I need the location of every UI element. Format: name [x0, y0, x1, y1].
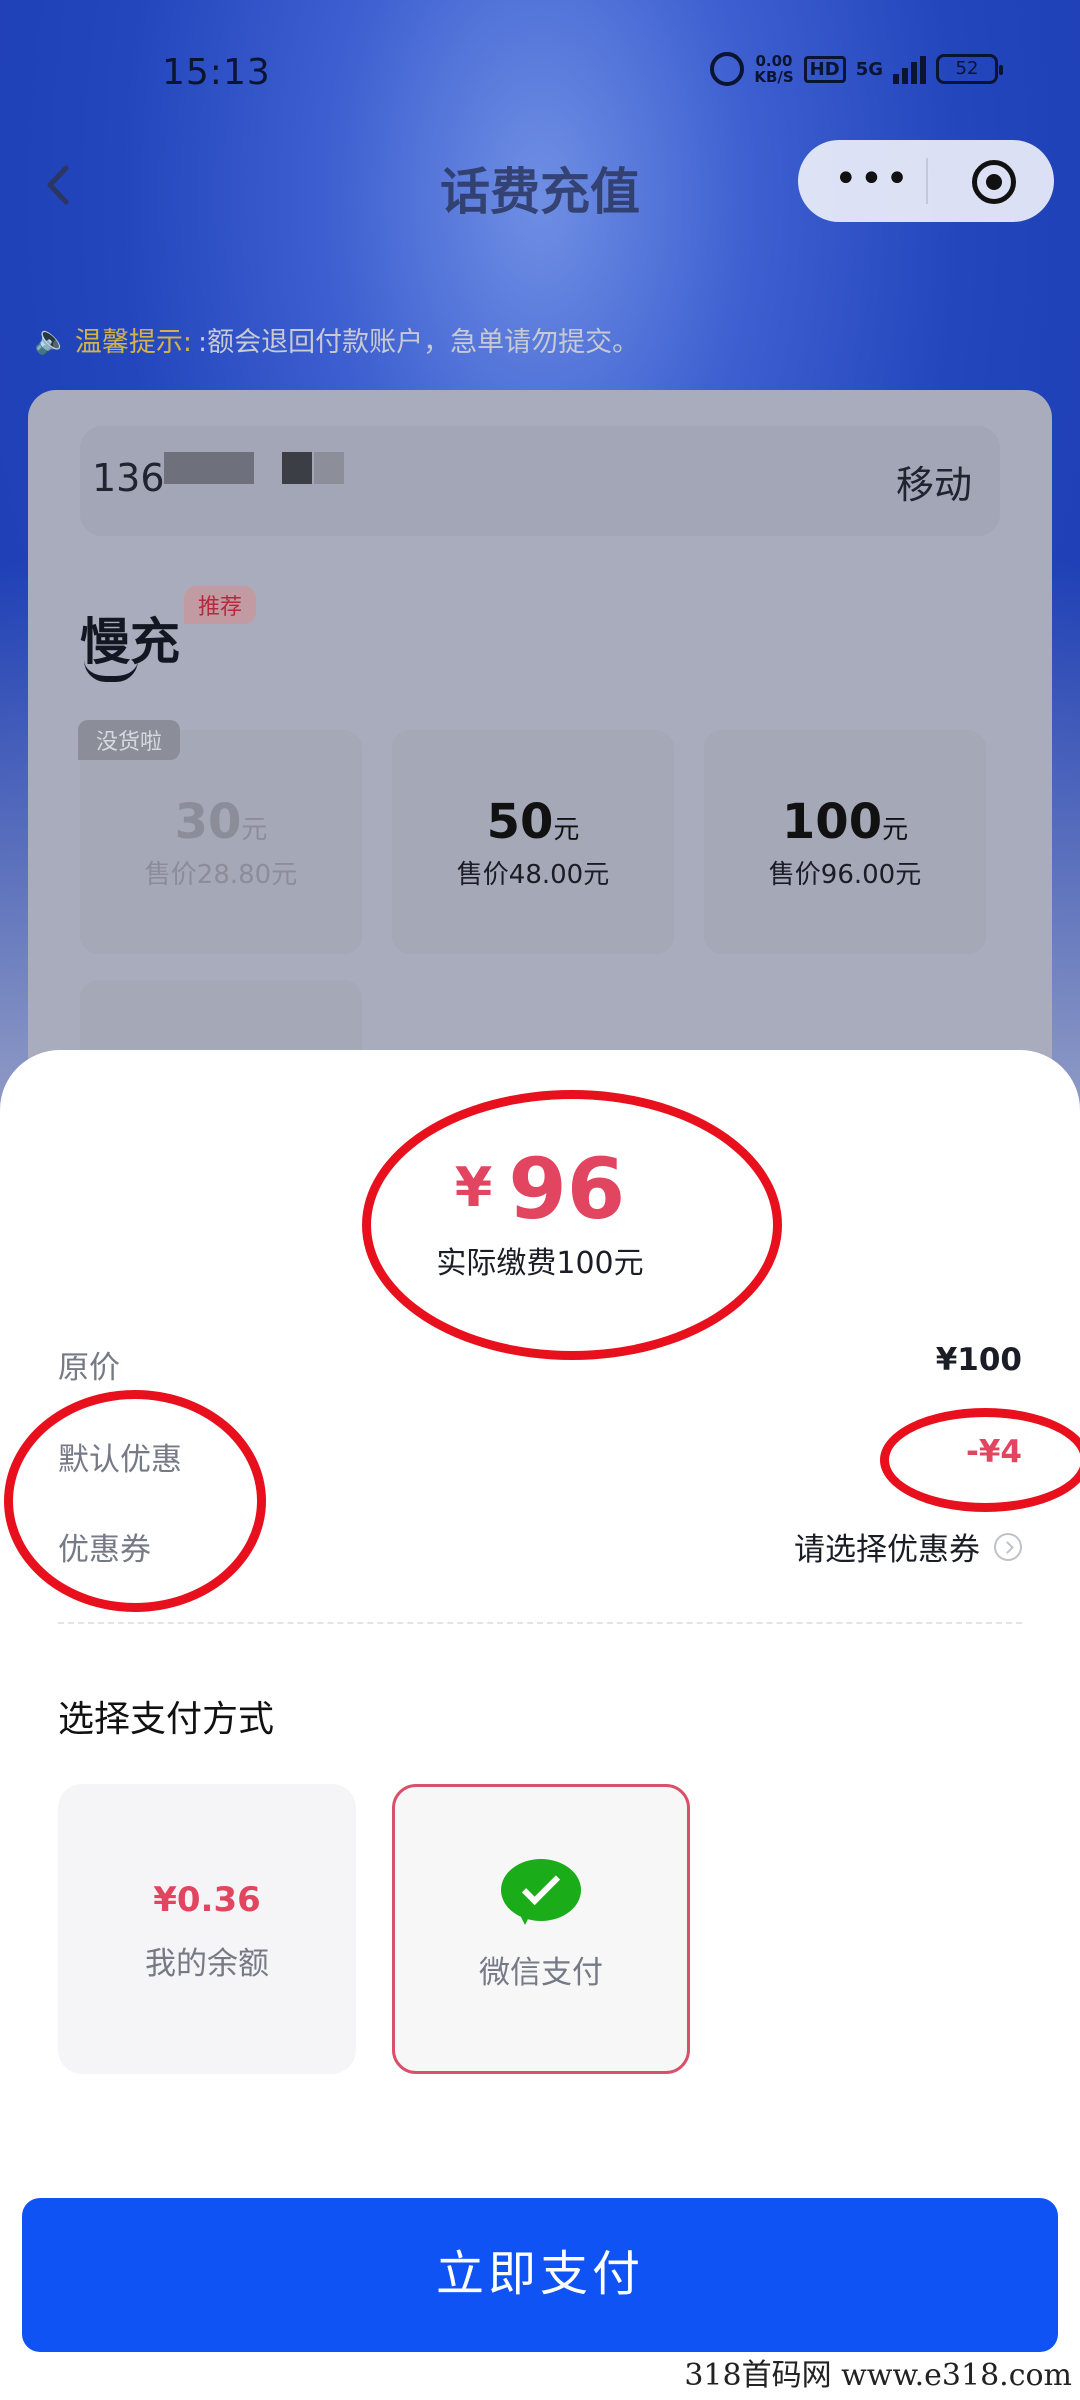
pay-method-balance[interactable]: ¥0.36 我的余额 [58, 1784, 356, 2074]
capsule-divider [926, 158, 928, 204]
net-speed-unit: KB/S [754, 68, 794, 86]
recharge-option-30[interactable]: 30元 售价28.80元 [80, 730, 362, 954]
annotation-circle [4, 1390, 266, 1612]
status-icons: 0.00 KB/S HD 5G 52 [710, 52, 1003, 86]
status-time: 15:13 [162, 52, 271, 93]
phone-redaction [282, 452, 312, 484]
option-amount: 50 [486, 794, 554, 850]
option-amount: 30 [174, 794, 242, 850]
pay-now-button[interactable]: 立即支付 [22, 2198, 1058, 2352]
annotation-circle [362, 1090, 782, 1360]
soldout-badge: 没货啦 [78, 720, 181, 760]
wechat-pay-label: 微信支付 [479, 1955, 603, 1991]
option-price: 售价48.00元 [456, 860, 610, 890]
miniprogram-capsule: ••• [798, 140, 1054, 222]
phone-redaction [314, 452, 344, 484]
option-unit: 元 [553, 815, 580, 845]
option-unit: 元 [241, 815, 268, 845]
payment-method-title: 选择支付方式 [58, 1699, 275, 1740]
recharge-option-100[interactable]: 100元 售价96.00元 [704, 730, 986, 954]
network-type: 5G [855, 58, 883, 80]
more-menu-icon[interactable]: ••• [834, 159, 911, 199]
notice-bar: 🔈 温馨提示: :额会退回付款账户，急单请勿提交。 [34, 320, 639, 359]
speaker-icon: 🔈 [34, 323, 69, 356]
hd-icon: HD [803, 55, 846, 83]
nav-bar: 话费充值 ••• [0, 140, 1080, 230]
net-speed-value: 0.00 [755, 52, 793, 70]
phone-redaction [164, 452, 254, 484]
recharge-card: 136 移动 慢充 推荐 30元 售价28.80元 没货啦 50元 售价48.0… [28, 390, 1052, 1150]
divider [58, 1622, 1022, 1624]
coupon-selector[interactable]: 请选择优惠券 [794, 1524, 1022, 1569]
wechat-pay-icon [501, 1859, 581, 1929]
balance-amount: ¥0.36 [153, 1880, 261, 1920]
phone-number: 136 [92, 456, 165, 500]
annotation-circle [880, 1408, 1080, 1512]
balance-label: 我的余额 [145, 1946, 269, 1982]
close-miniprogram-icon[interactable] [972, 160, 1016, 204]
original-price-label: 原价 [58, 1350, 120, 1386]
option-price: 售价28.80元 [144, 860, 298, 890]
status-bar: 15:13 0.00 KB/S HD 5G 52 [0, 48, 1080, 98]
watermark: 318首码网 www.e318.com [684, 2358, 1072, 2393]
option-price: 售价96.00元 [768, 860, 922, 890]
alarm-icon [710, 52, 745, 86]
option-unit: 元 [882, 815, 909, 845]
net-speed: 0.00 KB/S [754, 53, 793, 85]
signal-bars-icon [893, 54, 926, 84]
coupon-value: 请选择优惠券 [794, 1532, 980, 1568]
pay-method-wechat[interactable]: 微信支付 [392, 1784, 690, 2074]
brand-smile-icon [84, 660, 138, 682]
notice-text: :额会退回付款账户，急单请勿提交。 [197, 327, 640, 358]
option-amount: 100 [781, 794, 883, 850]
notice-label: 温馨提示: [74, 327, 192, 358]
carrier-label: 移动 [895, 463, 972, 507]
recommend-tag: 推荐 [184, 586, 257, 624]
chevron-right-icon [994, 1532, 1022, 1561]
battery-icon: 52 [936, 54, 1003, 84]
original-price-value: ¥100 [935, 1342, 1022, 1378]
recharge-option-50[interactable]: 50元 售价48.00元 [392, 730, 674, 954]
